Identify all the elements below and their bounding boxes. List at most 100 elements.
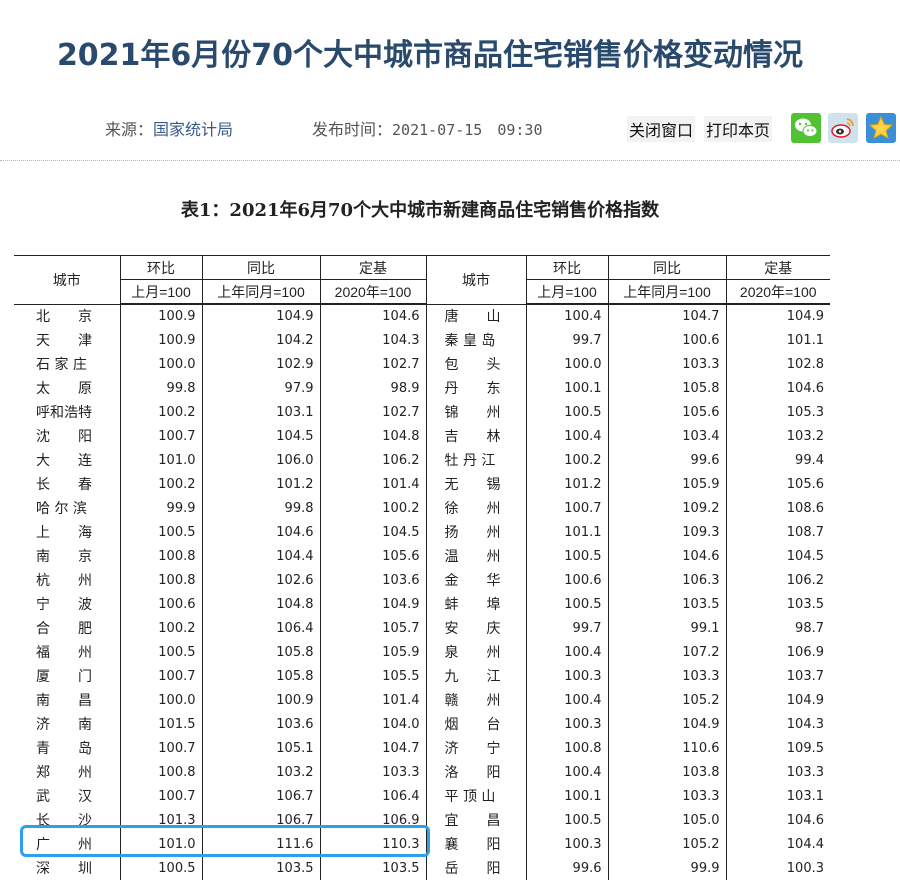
header-base-base-right: 2020年=100: [725, 279, 830, 305]
city-cell: 厦 门: [36, 669, 92, 685]
index-value-cell: 103.1: [725, 784, 830, 808]
index-value-cell: 99.8: [119, 376, 202, 400]
city-cell: 广 州: [36, 837, 92, 853]
city-cell: 岳 阳: [425, 856, 526, 880]
city-cell: 金 华: [425, 568, 526, 592]
city-cell: 蚌 埠: [425, 592, 526, 616]
index-value-cell: 105.8: [607, 376, 726, 400]
index-value-cell: 105.6: [607, 400, 726, 424]
index-value-cell: 100.4: [525, 304, 608, 328]
index-value-cell: 104.6: [607, 544, 726, 568]
index-value-cell: 97.9: [201, 376, 320, 400]
index-value-cell: 100.7: [119, 736, 202, 760]
city-cell: 杭 州: [36, 573, 92, 589]
index-value-cell: 100.7: [119, 664, 202, 688]
index-value-cell: 103.2: [201, 760, 320, 784]
index-value-cell: 104.7: [607, 304, 726, 328]
index-value-cell: 108.7: [725, 520, 830, 544]
table-row: 济 南 101.5 103.6 104.0 烟 台 100.3 104.9 104.3: [14, 712, 830, 736]
header-yoy-base-right: 上年同月=100: [607, 279, 726, 305]
city-cell: 九 江: [425, 664, 526, 688]
index-value-cell: 106.2: [725, 568, 830, 592]
index-value-cell: 100.5: [525, 592, 608, 616]
index-value-cell: 106.9: [319, 808, 426, 832]
index-value-cell: 99.4: [725, 448, 830, 472]
index-value-cell: 104.6: [725, 808, 830, 832]
index-value-cell: 104.3: [319, 328, 426, 352]
table-caption: 表1：2021年6月70个大中城市新建商品住宅销售价格指数: [180, 200, 660, 221]
city-cell: 武 汉: [36, 789, 92, 805]
city-cell: 烟 台: [425, 712, 526, 736]
table-row: 长 沙 101.3 106.7 106.9 宜 昌 100.5 105.0 104.6: [14, 808, 830, 832]
wechat-icon[interactable]: [791, 113, 821, 143]
index-value-cell: 104.8: [319, 424, 426, 448]
table-row: 大 连 101.0 106.0 106.2 牡 丹 江 100.2 99.6 99.4: [14, 448, 830, 472]
close-window-button[interactable]: 关闭窗口: [627, 116, 696, 142]
index-value-cell: 99.6: [525, 856, 608, 880]
index-value-cell: 104.5: [319, 520, 426, 544]
index-value-cell: 104.2: [201, 328, 320, 352]
index-value-cell: 100.1: [525, 784, 608, 808]
index-value-cell: 105.5: [319, 664, 426, 688]
index-value-cell: 104.9: [201, 304, 320, 328]
index-value-cell: 100.1: [525, 376, 608, 400]
city-cell: 深 圳: [36, 861, 92, 877]
header-mom-left: 环比: [119, 255, 202, 280]
index-value-cell: 105.7: [319, 616, 426, 640]
index-value-cell: 100.2: [119, 400, 202, 424]
city-cell: 徐 州: [425, 496, 526, 520]
table-row: 北 京 100.9 104.9 104.6 唐 山 100.4 104.7 104.9: [14, 304, 830, 328]
city-cell: 秦 皇 岛: [425, 328, 526, 352]
index-value-cell: 105.2: [607, 688, 726, 712]
index-value-cell: 104.9: [607, 712, 726, 736]
publish-time-value: 2021-07-15 09:30: [392, 121, 543, 139]
header-mom-base-left: 上月=100: [119, 279, 202, 305]
index-value-cell: 100.5: [525, 400, 608, 424]
index-value-cell: 99.9: [607, 856, 726, 880]
city-cell: 太 原: [36, 381, 92, 397]
city-cell: 襄 阳: [425, 832, 526, 856]
index-value-cell: 110.6: [607, 736, 726, 760]
table-row: 南 昌 100.0 100.9 101.4 赣 州 100.4 105.2 104.9: [14, 688, 830, 712]
index-value-cell: 104.6: [725, 376, 830, 400]
index-value-cell: 104.5: [725, 544, 830, 568]
print-page-button[interactable]: 打印本页: [704, 116, 773, 142]
index-value-cell: 104.9: [725, 304, 830, 328]
index-value-cell: 103.5: [201, 856, 320, 880]
index-value-cell: 101.3: [119, 808, 202, 832]
index-value-cell: 103.3: [725, 760, 830, 784]
source-info: 来源：国家统计局: [105, 116, 233, 140]
city-cell: 洛 阳: [425, 760, 526, 784]
weibo-icon[interactable]: [828, 113, 858, 143]
index-value-cell: 106.7: [201, 808, 320, 832]
header-divider: [0, 160, 900, 161]
city-cell: 安 庆: [425, 616, 526, 640]
index-value-cell: 101.2: [525, 472, 608, 496]
index-value-cell: 109.2: [607, 496, 726, 520]
city-cell: 丹 东: [425, 376, 526, 400]
city-cell: 合 肥: [36, 621, 92, 637]
city-cell: 泉 州: [425, 640, 526, 664]
city-cell: 牡 丹 江: [425, 448, 526, 472]
table-row: 南 京 100.8 104.4 105.6 温 州 100.5 104.6 104.5: [14, 544, 830, 568]
index-value-cell: 99.8: [201, 496, 320, 520]
index-value-cell: 103.3: [607, 664, 726, 688]
index-value-cell: 101.4: [319, 472, 426, 496]
index-value-cell: 100.8: [119, 568, 202, 592]
index-value-cell: 103.7: [725, 664, 830, 688]
city-cell: 郑 州: [36, 765, 92, 781]
index-value-cell: 103.5: [319, 856, 426, 880]
city-cell: 沈 阳: [36, 429, 92, 445]
index-value-cell: 100.0: [119, 688, 202, 712]
index-value-cell: 100.7: [119, 424, 202, 448]
table-row: 杭 州 100.8 102.6 103.6 金 华 100.6 106.3 106.2: [14, 568, 830, 592]
index-value-cell: 103.6: [201, 712, 320, 736]
city-cell: 济 宁: [425, 736, 526, 760]
city-cell: 福 州: [36, 645, 92, 661]
index-value-cell: 104.0: [319, 712, 426, 736]
city-cell: 济 南: [36, 717, 92, 733]
index-value-cell: 100.5: [525, 544, 608, 568]
publish-time-label: 发布时间：: [312, 120, 393, 139]
favorite-star-icon[interactable]: [866, 113, 896, 143]
index-value-cell: 103.2: [725, 424, 830, 448]
